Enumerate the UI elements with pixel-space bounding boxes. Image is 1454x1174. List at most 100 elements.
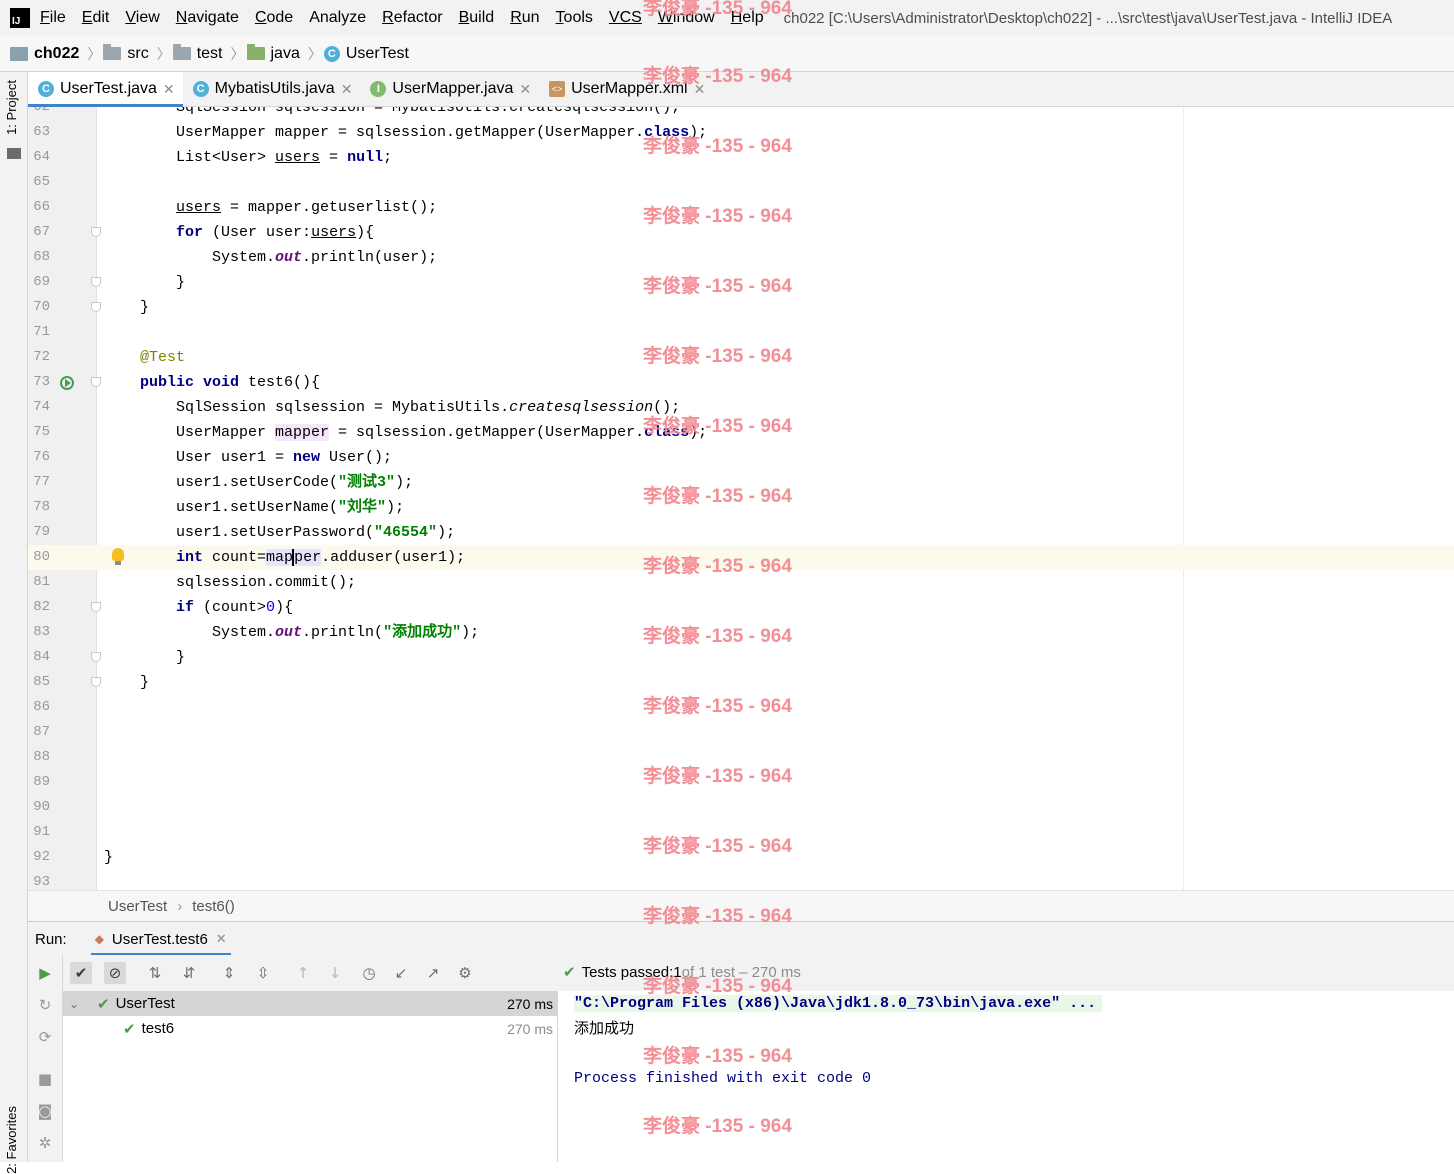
code-line[interactable]: 88 <box>28 745 1454 770</box>
code-line[interactable]: 72 @Test <box>28 345 1454 370</box>
tree-node-usertest[interactable]: ⌄ ✔ UserTest 270 ms <box>63 991 557 1016</box>
show-ignored-toggle-icon[interactable]: ⊘ <box>104 962 126 984</box>
code-line[interactable]: 74 SqlSession sqlsession = MybatisUtils.… <box>28 395 1454 420</box>
code-line[interactable]: 86 <box>28 695 1454 720</box>
chevron-right-icon: 〉 <box>87 45 102 62</box>
fold-marker-icon[interactable] <box>91 652 101 662</box>
console-output[interactable]: "C:\Program Files (x86)\Java\jdk1.8.0_73… <box>558 991 1454 1162</box>
camera-icon[interactable]: ◙ <box>34 1100 56 1122</box>
breadcrumb-java[interactable]: java 〉 <box>246 44 324 64</box>
menu-run[interactable]: Run <box>510 9 539 27</box>
rerun-icon[interactable]: ▶ <box>34 962 56 984</box>
fold-marker-icon[interactable] <box>91 602 101 612</box>
code-line[interactable]: 85 } <box>28 670 1454 695</box>
breadcrumb-project[interactable]: ch022 〉 <box>10 44 103 64</box>
menu-refactor[interactable]: Refactor <box>382 9 442 27</box>
menu-view[interactable]: View <box>125 9 159 27</box>
test-history-icon[interactable]: ◷ <box>358 962 380 984</box>
code-line[interactable]: 83 System.out.println("添加成功"); <box>28 620 1454 645</box>
code-editor[interactable]: 62 SqlSession sqlsession = MybatisUtils.… <box>28 107 1454 890</box>
code-line-current[interactable]: 80 int count=mapper.adduser(user1); <box>28 545 1454 570</box>
sort-by-duration-icon[interactable]: ⇵ <box>178 962 200 984</box>
fold-marker-icon[interactable] <box>91 377 101 387</box>
run-tab-usertest-test6[interactable]: ◆ UserTest.test6 ✕ <box>90 922 231 956</box>
menu-file[interactable]: File <box>40 9 66 27</box>
tab-usermapper-java[interactable]: I UserMapper.java ✕ <box>360 72 539 106</box>
close-icon[interactable]: ✕ <box>216 931 227 947</box>
breadcrumb-usertest[interactable]: C UserTest <box>323 44 409 63</box>
import-tests-icon[interactable]: ↙ <box>390 962 412 984</box>
code-line[interactable]: 89 <box>28 770 1454 795</box>
toggle-auto-test-icon[interactable]: ⟳ <box>34 1026 56 1048</box>
rerun-failed-icon[interactable]: ↻ <box>34 994 56 1016</box>
fold-marker-icon[interactable] <box>91 277 101 287</box>
sort-alphabetically-icon[interactable]: ⇅ <box>144 962 166 984</box>
fold-marker-icon[interactable] <box>91 302 101 312</box>
project-tool-button[interactable]: 1: Project <box>4 80 24 135</box>
code-line[interactable]: 67 for (User user:users){ <box>28 220 1454 245</box>
fold-marker-icon[interactable] <box>91 227 101 237</box>
menu-vcs[interactable]: VCS <box>609 9 642 27</box>
tab-usertest-java[interactable]: C UserTest.java ✕ <box>28 72 183 107</box>
menu-navigate[interactable]: Navigate <box>176 9 239 27</box>
previous-failed-icon[interactable]: ↑ <box>292 962 314 984</box>
chevron-down-icon[interactable]: ⌄ <box>69 997 87 1011</box>
code-line[interactable]: 82 if (count>0){ <box>28 595 1454 620</box>
code-line[interactable]: 71 <box>28 320 1454 345</box>
code-line[interactable]: 92} <box>28 845 1454 870</box>
tree-node-test6[interactable]: ✔ test6 270 ms <box>63 1016 557 1041</box>
code-line[interactable]: 79 user1.setUserPassword("46554"); <box>28 520 1454 545</box>
menu-help[interactable]: Help <box>731 9 764 27</box>
favorites-tool-button[interactable]: 2: Favorites <box>4 1106 24 1174</box>
expand-all-icon[interactable]: ⇕ <box>218 962 240 984</box>
tab-usermapper-xml[interactable]: <> UserMapper.xml ✕ <box>539 72 713 106</box>
test-duration: 270 ms <box>507 995 553 1012</box>
code-line[interactable]: 84 } <box>28 645 1454 670</box>
show-passed-toggle-icon[interactable]: ✔ <box>70 962 92 984</box>
settings-gear-icon[interactable]: ⚙ <box>454 962 476 984</box>
menu-tools[interactable]: Tools <box>556 9 593 27</box>
code-line[interactable]: 77 user1.setUserCode("测试3"); <box>28 470 1454 495</box>
code-line[interactable]: 64 List<User> users = null; <box>28 145 1454 170</box>
code-line[interactable]: 63 UserMapper mapper = sqlsession.getMap… <box>28 120 1454 145</box>
code-line[interactable]: 68 System.out.println(user); <box>28 245 1454 270</box>
code-line[interactable]: 73 public void test6(){ <box>28 370 1454 395</box>
breadcrumb-src[interactable]: src 〉 <box>103 44 172 64</box>
collapse-all-icon[interactable]: ⇳ <box>252 962 274 984</box>
menu-analyze[interactable]: Analyze <box>309 9 366 27</box>
tab-mybatisutils-java[interactable]: C MybatisUtils.java ✕ <box>183 72 361 106</box>
close-icon[interactable]: ✕ <box>519 81 531 98</box>
code-line[interactable]: 81 sqlsession.commit(); <box>28 570 1454 595</box>
code-line[interactable]: 91 <box>28 820 1454 845</box>
pin-tab-icon[interactable]: ✲ <box>34 1132 56 1154</box>
code-line[interactable]: 69 } <box>28 270 1454 295</box>
code-line[interactable]: 78 user1.setUserName("刘华"); <box>28 495 1454 520</box>
menu-code[interactable]: Code <box>255 9 293 27</box>
menu-window[interactable]: Window <box>658 9 715 27</box>
code-line[interactable]: 87 <box>28 720 1454 745</box>
code-line[interactable]: 93 <box>28 870 1454 890</box>
breadcrumb-label: UserTest <box>345 44 409 62</box>
next-failed-icon[interactable]: ↓ <box>324 962 346 984</box>
code-line[interactable]: 62 SqlSession sqlsession = MybatisUtils.… <box>28 107 1454 120</box>
tab-label: UserMapper.xml <box>571 80 688 97</box>
console-command-line[interactable]: "C:\Program Files (x86)\Java\jdk1.8.0_73… <box>574 995 1103 1012</box>
stop-icon[interactable]: ■ <box>34 1068 56 1090</box>
editor-breadcrumb-method[interactable]: test6() <box>192 898 235 915</box>
code-line[interactable]: 75 UserMapper mapper = sqlsession.getMap… <box>28 420 1454 445</box>
editor-breadcrumb-class[interactable]: UserTest <box>108 898 167 915</box>
code-line[interactable]: 90 <box>28 795 1454 820</box>
code-line[interactable]: 65 <box>28 170 1454 195</box>
code-line[interactable]: 76 User user1 = new User(); <box>28 445 1454 470</box>
close-icon[interactable]: ✕ <box>694 81 706 98</box>
menu-edit[interactable]: Edit <box>82 9 110 27</box>
run-test-icon[interactable] <box>60 376 74 390</box>
fold-marker-icon[interactable] <box>91 677 101 687</box>
code-line[interactable]: 66 users = mapper.getuserlist(); <box>28 195 1454 220</box>
close-icon[interactable]: ✕ <box>163 81 175 98</box>
menu-build[interactable]: Build <box>459 9 495 27</box>
code-line[interactable]: 70 } <box>28 295 1454 320</box>
breadcrumb-test[interactable]: test 〉 <box>172 44 247 64</box>
export-tests-icon[interactable]: ↗ <box>422 962 444 984</box>
close-icon[interactable]: ✕ <box>341 81 353 98</box>
